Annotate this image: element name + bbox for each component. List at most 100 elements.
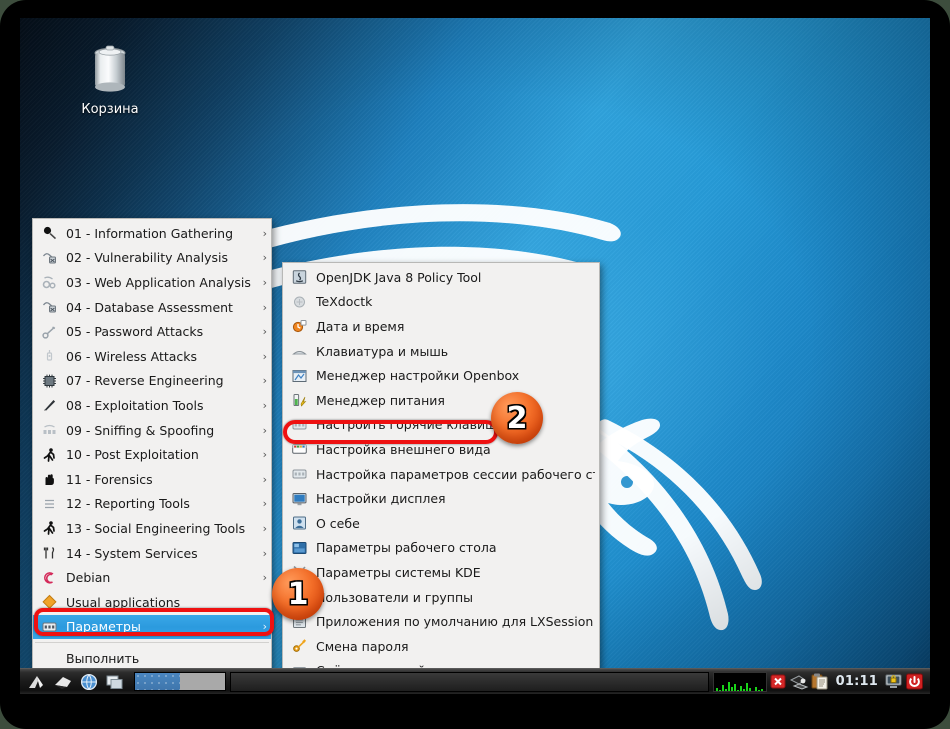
desktop-screen: Корзина 01 - Information Gathering › 02 - … — [20, 18, 930, 694]
taskbar-panel[interactable]: 01:11 — [20, 668, 930, 694]
tex-icon — [289, 293, 309, 311]
menu-item-label: Пользователи и группы — [316, 589, 473, 605]
chevron-right-icon: › — [262, 472, 267, 486]
menu-item[interactable]: Usual applications — [33, 590, 271, 615]
menu-item[interactable]: Менеджер настройки Openbox — [283, 363, 599, 388]
menu-item[interactable]: Debian › — [33, 565, 271, 590]
menu-item-label: Настройки дисплея — [316, 491, 446, 507]
menu-item-label: Usual applications — [66, 594, 181, 610]
browser-launcher-icon[interactable] — [78, 671, 100, 693]
lock-screen-icon[interactable] — [884, 672, 903, 691]
battery-icon — [289, 391, 309, 409]
hotkeys-icon — [289, 416, 309, 434]
desktop-icon-label: Корзина — [81, 102, 139, 117]
appearance-icon — [289, 440, 309, 458]
menu-item[interactable]: 04 - Database Assessment › — [33, 295, 271, 320]
menu-item-label: TeXdoctk — [316, 294, 373, 310]
workspace-pager[interactable] — [134, 672, 226, 691]
menu-item[interactable]: 12 - Reporting Tools › — [33, 492, 271, 517]
menu-item-label: OpenJDK Java 8 Policy Tool — [316, 269, 482, 285]
menu-item[interactable]: 14 - System Services › — [33, 541, 271, 566]
chevron-right-icon: › — [262, 398, 267, 412]
runner-icon — [39, 519, 59, 537]
menu-item[interactable]: 03 - Web Application Analysis › — [33, 270, 271, 295]
menu-item[interactable]: О себе — [283, 511, 599, 536]
clock-orange-icon — [289, 317, 309, 335]
menu-item[interactable]: 10 - Post Exploitation › — [33, 442, 271, 467]
menu-item-label: Менеджер питания — [316, 392, 445, 408]
menu-item[interactable]: 11 - Forensics › — [33, 467, 271, 492]
menu-item-label: Debian — [66, 570, 111, 586]
menu-item-label: Клавиатура и мышь — [316, 343, 449, 359]
debian-swirl-icon — [39, 569, 59, 587]
menu-item[interactable]: Выполнить — [33, 646, 271, 671]
menu-item[interactable]: Настройка внешнего вида — [283, 437, 599, 462]
menu-item-label: 10 - Post Exploitation — [66, 447, 199, 463]
menu-item-label: Смена пароля — [316, 638, 409, 654]
kali-menu-icon[interactable] — [26, 671, 48, 693]
menu-item[interactable]: Настройки дисплея — [283, 486, 599, 511]
trash-bin-icon — [62, 40, 158, 100]
menu-item[interactable]: 07 - Reverse Engineering › — [33, 369, 271, 394]
menu-item[interactable]: TeXdoctk — [283, 290, 599, 315]
hand-print-icon — [39, 470, 59, 488]
menu-item-label: 06 - Wireless Attacks — [66, 348, 198, 364]
menu-item[interactable]: OpenJDK Java 8 Policy Tool — [283, 265, 599, 290]
report-lines-icon — [39, 495, 59, 513]
antenna-icon — [39, 347, 59, 365]
menu-item-label: Параметры рабочего стола — [316, 540, 497, 556]
shutdown-icon[interactable] — [905, 672, 924, 691]
menu-item-label: 12 - Reporting Tools — [66, 496, 190, 512]
terminal-launcher-icon[interactable] — [52, 671, 74, 693]
menu-item[interactable]: Параметры › — [33, 614, 271, 640]
taskbar-launchers[interactable] — [20, 671, 226, 693]
keyboard-mouse-icon — [289, 342, 309, 360]
menu-item[interactable]: Менеджер питания — [283, 388, 599, 413]
menu-item-label: О себе — [316, 515, 360, 531]
menu-item[interactable]: 05 - Password Attacks › — [33, 319, 271, 344]
menu-item-label: 08 - Exploitation Tools — [66, 397, 204, 413]
menu-item[interactable]: Настройка параметров сессии рабочего сто… — [283, 462, 599, 487]
menu-item-label: 01 - Information Gathering — [66, 225, 234, 241]
system-tray[interactable]: 01:11 — [712, 671, 930, 692]
clipboard-icon[interactable] — [811, 672, 830, 691]
network-printer-icon[interactable] — [789, 672, 809, 691]
chevron-right-icon: › — [262, 423, 267, 437]
settings-submenu[interactable]: OpenJDK Java 8 Policy Tool TeXdoctk Дата и… — [282, 262, 600, 694]
menu-item-label: 02 - Vulnerability Analysis — [66, 250, 228, 266]
menu-item-label: Выполнить — [66, 650, 140, 666]
task-list[interactable] — [230, 671, 709, 692]
chevron-right-icon: › — [262, 226, 267, 240]
menu-item[interactable]: Смена пароля — [283, 634, 599, 659]
openbox-config-icon — [289, 367, 309, 385]
menu-item[interactable]: Параметры рабочего стола — [283, 536, 599, 561]
file-manager-launcher-icon[interactable] — [104, 671, 126, 693]
session-icon — [289, 465, 309, 483]
menu-item-label: Дата и время — [316, 318, 405, 334]
chevron-right-icon: › — [262, 374, 267, 388]
desktop-icon — [289, 539, 309, 557]
desktop-icon-trash[interactable]: Корзина — [62, 40, 158, 117]
workspace-2[interactable] — [180, 673, 225, 690]
menu-item[interactable]: 13 - Social Engineering Tools › — [33, 516, 271, 541]
workspace-1[interactable] — [135, 673, 180, 690]
chevron-right-icon: › — [262, 251, 267, 265]
menu-item[interactable]: 08 - Exploitation Tools › — [33, 393, 271, 418]
menu-item[interactable]: 01 - Information Gathering › — [33, 221, 271, 246]
clock[interactable]: 01:11 — [832, 674, 882, 689]
applications-menu[interactable]: 01 - Information Gathering › 02 - Vulnerab… — [32, 218, 272, 694]
close-x-icon[interactable] — [769, 672, 788, 691]
menu-item[interactable]: Дата и время — [283, 314, 599, 339]
menu-item[interactable]: Параметры системы KDE — [283, 560, 599, 585]
menu-item[interactable]: 06 - Wireless Attacks › — [33, 344, 271, 369]
menu-item-label: Настройка внешнего вида — [316, 441, 491, 457]
network-sniff-icon — [39, 421, 59, 439]
system-monitor-graph[interactable] — [712, 671, 767, 692]
menu-item[interactable]: Приложения по умолчанию для LXSession — [283, 609, 599, 634]
menu-item[interactable]: 02 - Vulnerability Analysis › — [33, 246, 271, 271]
password-key-icon — [289, 637, 309, 655]
menu-item[interactable]: Клавиатура и мышь — [283, 339, 599, 364]
menu-item[interactable]: Настроить горячие клавиши — [283, 413, 599, 438]
menu-item[interactable]: 09 - Sniffing & Spoofing › — [33, 418, 271, 443]
menu-item[interactable]: Пользователи и группы — [283, 585, 599, 610]
